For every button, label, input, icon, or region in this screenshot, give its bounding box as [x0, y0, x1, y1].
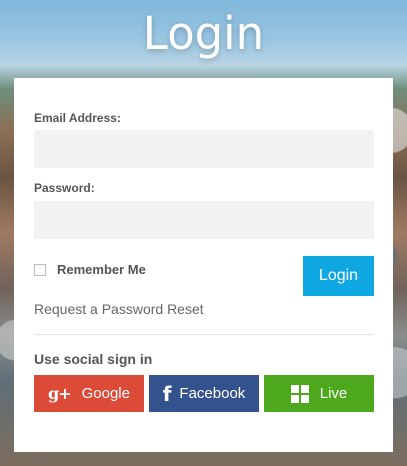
facebook-signin-button[interactable]: f Facebook: [149, 375, 259, 412]
live-signin-button[interactable]: Live: [264, 375, 374, 412]
google-button-label: Google: [81, 385, 130, 402]
remember-me-control[interactable]: Remember Me: [34, 262, 146, 277]
windows-icon: [290, 384, 309, 403]
social-signin-heading: Use social sign in: [34, 351, 153, 367]
google-signin-button[interactable]: g+ Google: [34, 375, 144, 412]
section-divider: [34, 334, 374, 335]
page-title: Login: [142, 7, 265, 60]
remember-me-checkbox[interactable]: [34, 263, 46, 276]
email-field[interactable]: [34, 130, 374, 168]
facebook-icon: f: [162, 381, 172, 406]
email-label: Email Address:: [34, 111, 121, 125]
remember-me-label: Remember Me: [57, 262, 146, 277]
live-button-label: Live: [319, 385, 348, 402]
login-button[interactable]: Login: [303, 256, 374, 296]
facebook-button-label: Facebook: [179, 385, 246, 402]
password-reset-link[interactable]: Request a Password Reset: [34, 300, 204, 318]
login-panel: Email Address: Password: Remember Me Log…: [14, 78, 393, 452]
password-label: Password:: [34, 181, 95, 195]
google-plus-icon: g+: [48, 383, 72, 403]
password-field[interactable]: [34, 201, 374, 239]
